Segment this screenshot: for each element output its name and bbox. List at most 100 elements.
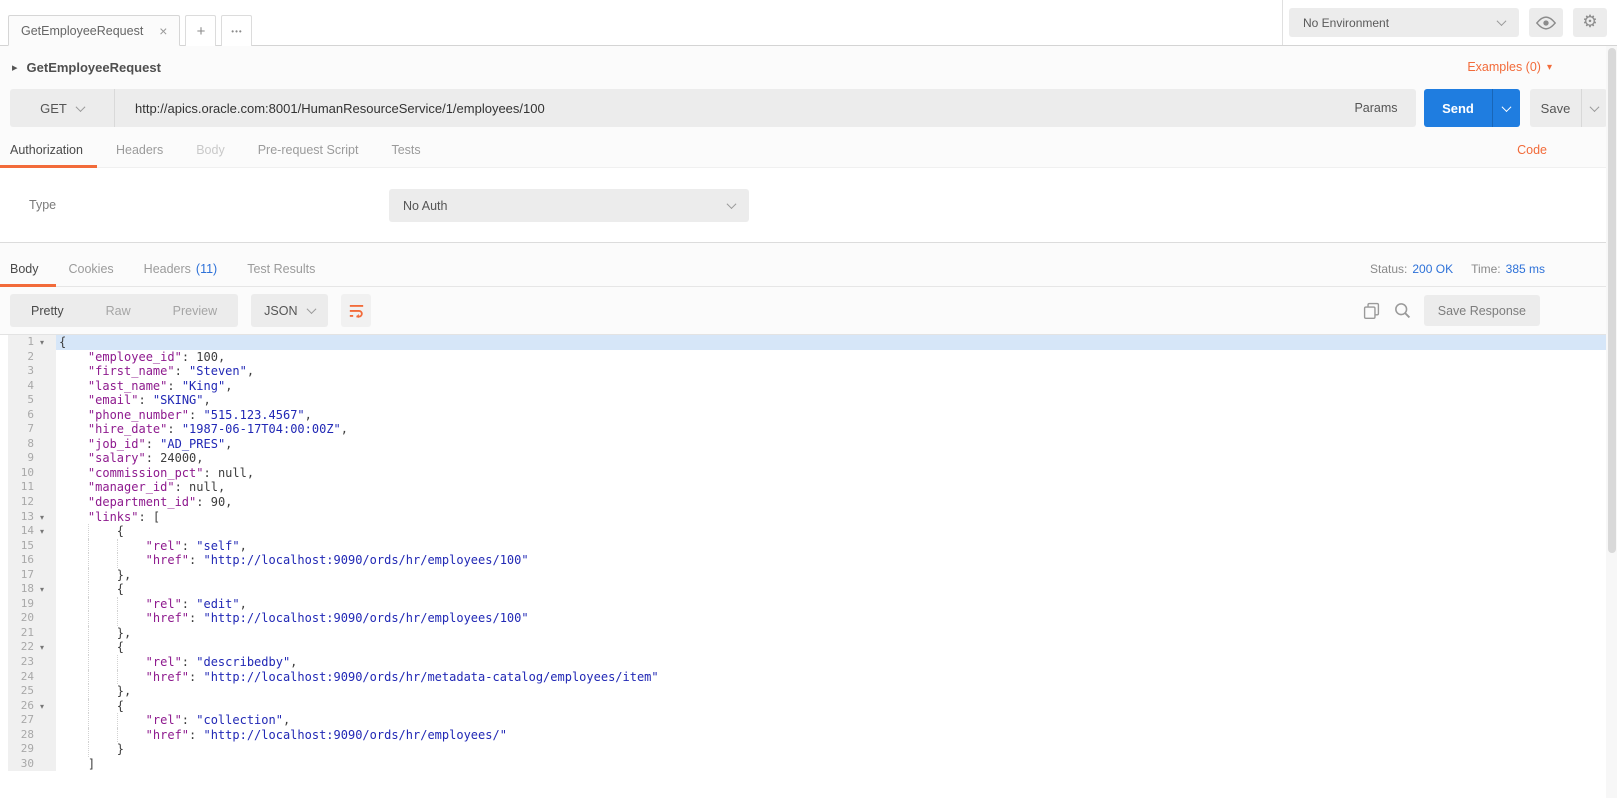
token: 90 xyxy=(211,495,225,509)
fold-spacer xyxy=(34,480,50,495)
response-tab-label: Cookies xyxy=(69,262,114,276)
format-selector[interactable]: JSON xyxy=(251,294,328,327)
fold-caret-icon[interactable]: ▾ xyxy=(34,524,50,539)
view-mode-preview[interactable]: Preview xyxy=(152,304,238,318)
code-line: 30] xyxy=(0,757,1617,772)
send-options-button[interactable] xyxy=(1492,89,1520,127)
save-options-button[interactable] xyxy=(1581,89,1607,127)
send-label[interactable]: Send xyxy=(1424,89,1492,127)
code-text: "job_id": "AD_PRES", xyxy=(56,437,1617,452)
fold-caret-icon[interactable]: ▾ xyxy=(34,699,50,714)
save-button[interactable]: Save xyxy=(1530,89,1607,127)
response-tab-headers[interactable]: Headers (11) xyxy=(144,262,218,276)
view-mode-group: Pretty Raw Preview xyxy=(10,294,238,327)
indent-guide xyxy=(59,699,88,714)
code-editor[interactable]: 1▾{2"employee_id": 100,3"first_name": "S… xyxy=(0,335,1617,797)
close-icon[interactable]: × xyxy=(159,24,167,38)
code-line: 7"hire_date": "1987-06-17T04:00:00Z", xyxy=(0,422,1617,437)
line-number: 21 xyxy=(0,626,34,641)
environment-quicklook-button[interactable] xyxy=(1529,8,1563,37)
environment-label: No Environment xyxy=(1303,16,1389,30)
token: "describedby" xyxy=(196,655,290,669)
fold-caret-icon[interactable]: ▾ xyxy=(34,335,50,350)
scrollbar-thumb[interactable] xyxy=(1608,48,1616,553)
headers-count-badge: (11) xyxy=(196,262,217,276)
fold-caret-icon[interactable]: ▾ xyxy=(34,582,50,597)
token: "links" xyxy=(88,510,139,524)
code-text: "department_id": 90, xyxy=(56,495,1617,510)
line-number: 17 xyxy=(0,568,34,583)
caret-right-icon[interactable]: ▸ xyxy=(12,61,18,74)
code-link[interactable]: Code xyxy=(1517,143,1547,157)
code-line: 9"salary": 24000, xyxy=(0,451,1617,466)
new-tab-button[interactable]: + xyxy=(185,15,216,46)
token: "self" xyxy=(196,539,239,553)
line-number: 7 xyxy=(0,422,34,437)
copy-button[interactable] xyxy=(1362,301,1381,320)
token: { xyxy=(117,524,124,538)
indent-guide xyxy=(59,597,88,612)
response-tab-label: Test Results xyxy=(247,262,315,276)
token: ] xyxy=(88,757,95,771)
view-mode-raw[interactable]: Raw xyxy=(85,304,152,318)
token: 24000 xyxy=(160,451,196,465)
gutter: 23 xyxy=(0,655,56,670)
wrap-text-button[interactable] xyxy=(341,294,371,327)
tab-tests[interactable]: Tests xyxy=(391,143,420,157)
code-line: 8"job_id": "AD_PRES", xyxy=(0,437,1617,452)
token: null xyxy=(189,480,218,494)
fold-spacer xyxy=(34,728,50,743)
token: "hire_date" xyxy=(88,422,167,436)
gutter: 21 xyxy=(0,626,56,641)
token: "email" xyxy=(88,393,139,407)
fold-spacer xyxy=(34,364,50,379)
save-response-button[interactable]: Save Response xyxy=(1424,295,1540,326)
view-mode-pretty[interactable]: Pretty xyxy=(10,304,85,318)
line-number: 25 xyxy=(0,684,34,699)
auth-type-selector[interactable]: No Auth xyxy=(389,189,749,222)
gutter: 16 xyxy=(0,553,56,568)
response-tab-test-results[interactable]: Test Results xyxy=(247,262,315,276)
line-number: 14 xyxy=(0,524,34,539)
fold-caret-icon[interactable]: ▾ xyxy=(34,510,50,525)
indent-guide xyxy=(59,510,88,525)
params-button[interactable]: Params xyxy=(1336,89,1416,127)
indent-guide xyxy=(59,393,88,408)
token: "commission_pct" xyxy=(88,466,204,480)
caret-down-icon: ▾ xyxy=(1547,62,1552,73)
code-text: { xyxy=(56,524,1617,539)
gutter: 8 xyxy=(0,437,56,452)
token: "1987-06-17T04:00:00Z" xyxy=(182,422,341,436)
environment-selector[interactable]: No Environment xyxy=(1289,8,1519,37)
fold-caret-icon[interactable]: ▾ xyxy=(34,640,50,655)
indent-guide xyxy=(88,713,117,728)
tab-pre-request-script[interactable]: Pre-request Script xyxy=(258,143,359,157)
gutter: 29 xyxy=(0,742,56,757)
url-input[interactable]: http://apics.oracle.com:8001/HumanResour… xyxy=(115,89,1336,127)
code-line: 4"last_name": "King", xyxy=(0,379,1617,394)
method-selector[interactable]: GET xyxy=(10,89,115,127)
token: "rel" xyxy=(146,597,182,611)
toolbar-right: Save Response xyxy=(1362,295,1540,326)
indent-guide xyxy=(88,597,117,612)
send-button[interactable]: Send xyxy=(1424,89,1520,127)
search-button[interactable] xyxy=(1393,301,1412,320)
indent-guide xyxy=(59,350,88,365)
response-tab-cookies[interactable]: Cookies xyxy=(69,262,114,276)
examples-dropdown[interactable]: Examples (0) ▾ xyxy=(1467,60,1552,74)
tab-authorization[interactable]: Authorization xyxy=(10,143,83,157)
tab-body[interactable]: Body xyxy=(196,143,225,157)
more-tabs-button[interactable]: ••• xyxy=(221,15,252,46)
request-tab[interactable]: GetEmployeeRequest × xyxy=(8,15,180,46)
token: "515.123.4567" xyxy=(204,408,305,422)
save-label[interactable]: Save xyxy=(1530,89,1581,127)
response-tab-body[interactable]: Body xyxy=(10,262,39,276)
token: "http://localhost:9090/ords/hr/metadata-… xyxy=(203,670,658,684)
tab-headers[interactable]: Headers xyxy=(116,143,163,157)
indent-guide xyxy=(88,568,117,583)
settings-button[interactable]: ⚙ xyxy=(1573,8,1607,37)
token: : xyxy=(196,495,210,509)
chevron-down-icon xyxy=(1590,102,1600,112)
indent-guide xyxy=(88,640,117,655)
vertical-scrollbar[interactable] xyxy=(1606,46,1617,798)
